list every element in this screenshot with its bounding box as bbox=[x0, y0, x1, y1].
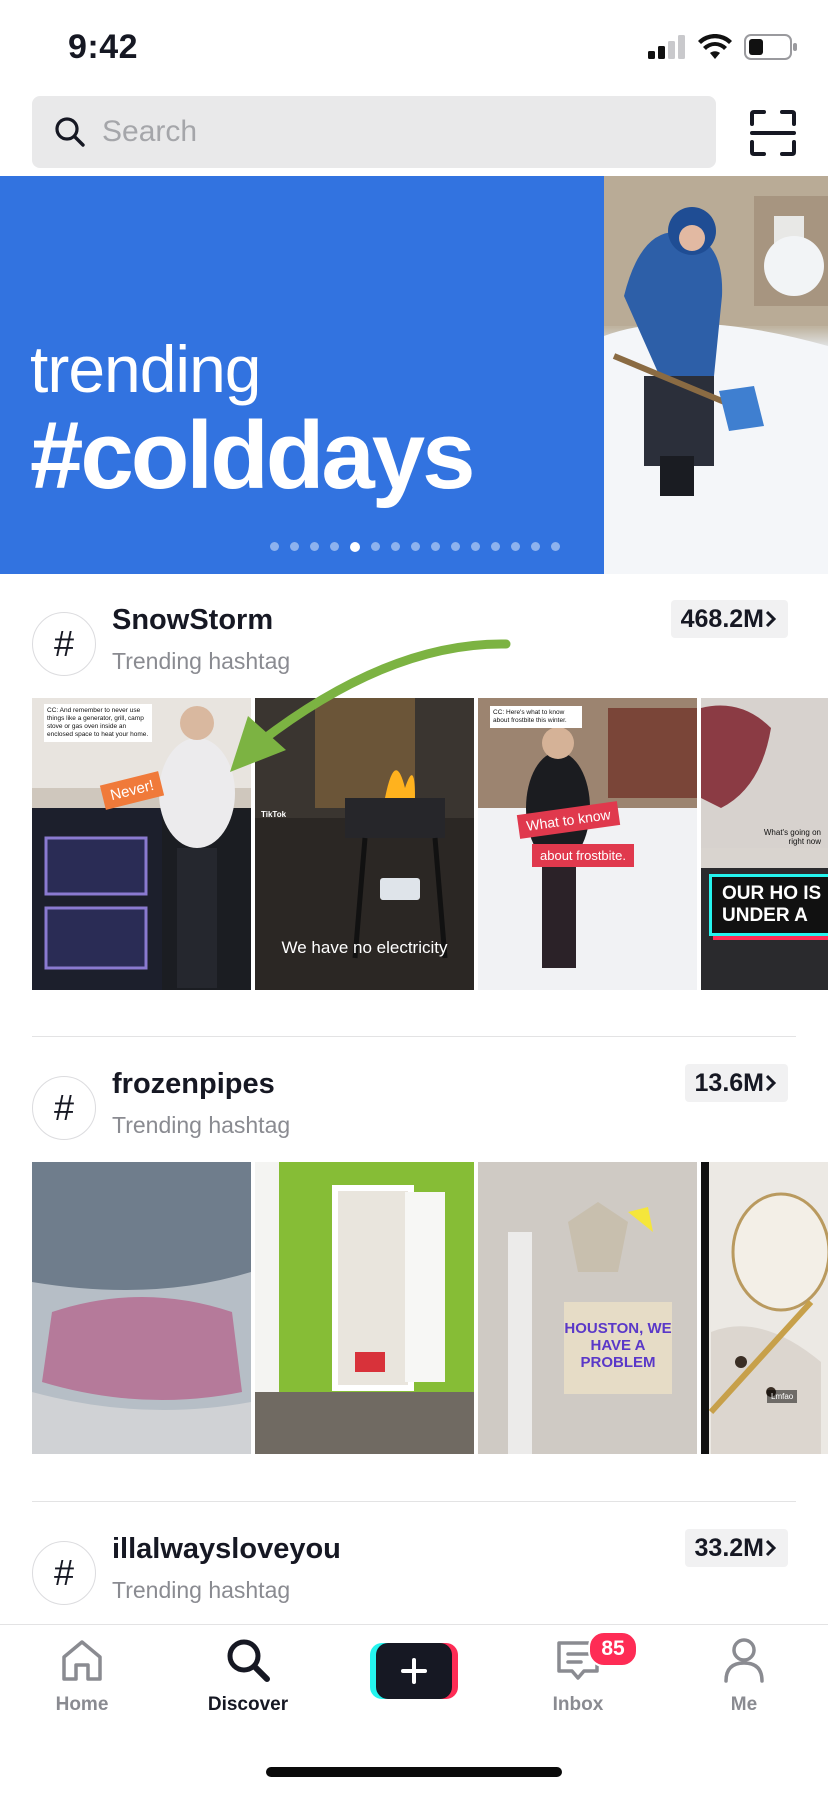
closet-room-illustration bbox=[255, 1162, 474, 1454]
chevron-right-icon bbox=[765, 1539, 777, 1557]
tab-home[interactable]: Home bbox=[22, 1637, 142, 1716]
divider bbox=[32, 1501, 796, 1502]
tab-discover[interactable]: Discover bbox=[188, 1637, 308, 1716]
tab-home-label: Home bbox=[55, 1694, 109, 1715]
scan-icon[interactable] bbox=[748, 108, 798, 158]
hashtag-name[interactable]: illalwaysloveyou bbox=[112, 1533, 341, 1566]
discover-search-icon bbox=[227, 1639, 270, 1682]
view-count-button[interactable]: 13.6M bbox=[684, 1064, 788, 1102]
search-placeholder: Search bbox=[102, 115, 198, 148]
hashtag-subtitle: Trending hashtag bbox=[112, 1577, 291, 1603]
carousel-dot bbox=[270, 542, 279, 551]
tab-me[interactable]: Me bbox=[684, 1637, 804, 1716]
hashtag-icon: # bbox=[32, 1076, 96, 1140]
tab-inbox-label: Inbox bbox=[552, 1694, 604, 1715]
video-thumbnails: HOUSTON, WE HAVE A PROBLEM Lmfao bbox=[32, 1162, 828, 1454]
status-icons bbox=[648, 34, 798, 60]
view-count: 13.6M bbox=[694, 1068, 764, 1097]
tab-discover-label: Discover bbox=[207, 1694, 289, 1715]
chevron-right-icon bbox=[765, 610, 777, 628]
search-icon bbox=[55, 117, 85, 147]
carousel-dot bbox=[310, 542, 319, 551]
home-icon bbox=[62, 1640, 102, 1681]
view-count: 33.2M bbox=[694, 1533, 764, 1562]
divider bbox=[32, 1036, 796, 1037]
battery-icon bbox=[744, 34, 797, 60]
banner-title-small: trending bbox=[30, 332, 262, 406]
carousel-dot bbox=[290, 542, 299, 551]
hashtag-name[interactable]: frozenpipes bbox=[112, 1068, 275, 1101]
status-bar: 9:42 bbox=[0, 0, 828, 96]
arrow-annotation-icon bbox=[230, 639, 511, 772]
carousel-dot bbox=[491, 542, 500, 551]
video-thumbnail[interactable]: CC: And remember to never use things lik… bbox=[32, 698, 251, 990]
sticker-label: OUR HO IS UNDER A bbox=[709, 874, 828, 936]
tiktok-watermark: TikTok bbox=[261, 810, 287, 819]
carousel-dot bbox=[471, 542, 480, 551]
carousel-dots bbox=[270, 542, 560, 552]
video-overlay-text: We have no electricity bbox=[281, 938, 448, 957]
video-thumbnail[interactable]: HOUSTON, WE HAVE A PROBLEM bbox=[478, 1162, 697, 1454]
carousel-dot bbox=[330, 542, 339, 551]
trending-banner[interactable]: trending #colddays bbox=[0, 176, 828, 574]
view-count-button[interactable]: 468.2M bbox=[670, 600, 788, 638]
status-time: 9:42 bbox=[68, 28, 139, 66]
hashtag-icon: # bbox=[32, 1541, 96, 1605]
sticker-label: about frostbite. bbox=[532, 844, 634, 867]
banner-photo bbox=[604, 176, 828, 574]
wifi-icon bbox=[698, 34, 732, 59]
carousel-dot bbox=[511, 542, 520, 551]
carousel-dot bbox=[531, 542, 540, 551]
video-thumbnail[interactable]: Lmfao bbox=[701, 1162, 828, 1454]
carousel-dot bbox=[431, 542, 440, 551]
towels-illustration bbox=[32, 1162, 251, 1454]
video-thumbnail[interactable] bbox=[255, 1162, 474, 1454]
chevron-right-icon bbox=[765, 1074, 777, 1092]
banner-title-hashtag: #colddays bbox=[30, 402, 476, 509]
carousel-dot bbox=[411, 542, 420, 551]
caption-box: CC: And remember to never use things lik… bbox=[44, 704, 152, 742]
snow-shoveling-illustration bbox=[604, 176, 828, 574]
bottom-tab-bar: Home Discover Inbox 85 Me bbox=[0, 1624, 828, 1793]
pipe-debris-illustration bbox=[701, 1162, 828, 1454]
view-count: 468.2M bbox=[680, 604, 764, 633]
carousel-dot-active bbox=[350, 542, 360, 552]
cellular-signal-icon bbox=[648, 35, 685, 59]
create-button[interactable] bbox=[370, 1643, 458, 1699]
profile-person-icon bbox=[724, 1638, 764, 1683]
caption-box: Lmfao bbox=[767, 1390, 798, 1403]
home-indicator bbox=[266, 1767, 562, 1777]
hashtag-subtitle: Trending hashtag bbox=[112, 1112, 291, 1138]
video-thumbnail[interactable]: What's going on right now OUR HO IS UNDE… bbox=[701, 698, 828, 990]
caption-box: What's going on right now bbox=[763, 828, 821, 846]
sign-text: HOUSTON, WE HAVE A PROBLEM bbox=[564, 1302, 672, 1394]
carousel-dot bbox=[391, 542, 400, 551]
inbox-notification-badge: 85 bbox=[588, 1631, 638, 1667]
carousel-dot bbox=[371, 542, 380, 551]
carousel-dot bbox=[551, 542, 560, 551]
video-thumbnail[interactable] bbox=[32, 1162, 251, 1454]
search-input[interactable]: Search bbox=[32, 96, 716, 168]
carousel-dot bbox=[451, 542, 460, 551]
view-count-button[interactable]: 33.2M bbox=[684, 1529, 788, 1567]
hashtag-icon: # bbox=[32, 612, 96, 676]
tab-me-label: Me bbox=[730, 1694, 758, 1715]
create-plus-icon bbox=[370, 1643, 458, 1699]
